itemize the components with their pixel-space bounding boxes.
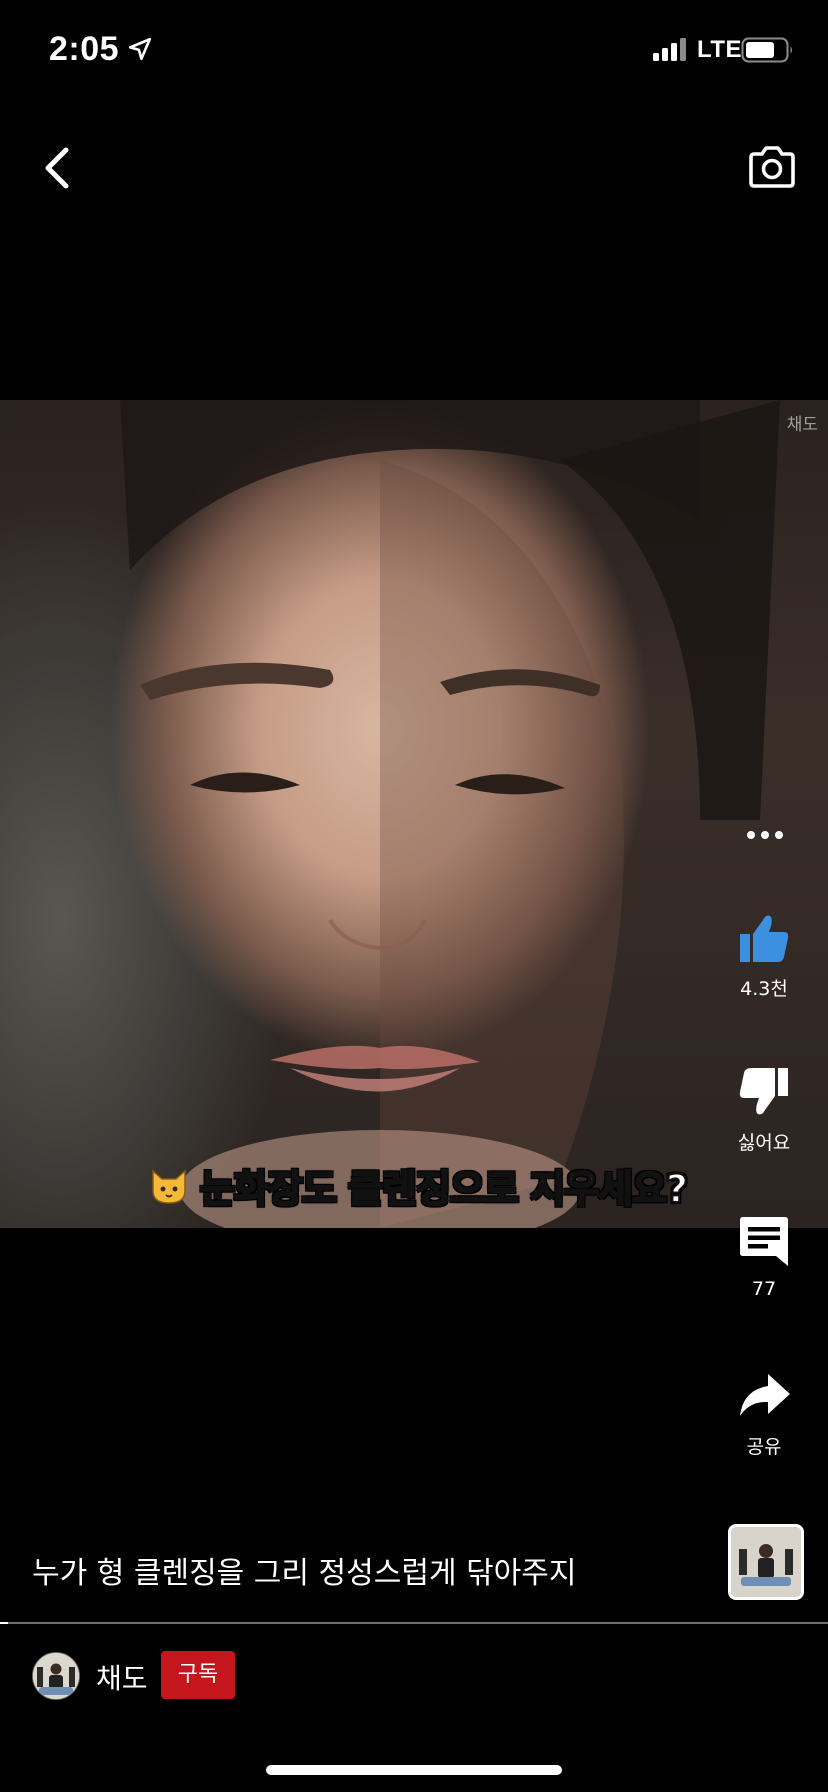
status-bar: 2:05 LTE xyxy=(0,0,828,100)
progress-bar[interactable] xyxy=(0,1622,828,1624)
more-options-button[interactable] xyxy=(740,818,790,852)
sound-thumbnail[interactable] xyxy=(728,1524,804,1600)
share-button[interactable]: 공유 xyxy=(718,1368,810,1459)
comment-icon xyxy=(740,1217,788,1266)
thumbs-up-icon xyxy=(740,915,789,962)
status-time: 2:05 xyxy=(49,30,120,68)
video-caption: 눈화장도 클렌징으로 지우세요? xyxy=(148,1158,689,1213)
video-frame-image xyxy=(120,400,780,1228)
progress-fill xyxy=(0,1622,8,1624)
more-horizontal-icon xyxy=(747,831,783,839)
comment-count: 77 xyxy=(751,1278,777,1300)
dislike-label: 싫어요 xyxy=(737,1132,791,1154)
camera-icon xyxy=(749,146,795,188)
sound-thumbnail-image xyxy=(731,1527,801,1597)
video-watermark: 채도 xyxy=(786,415,818,435)
channel-name[interactable]: 채도 xyxy=(96,1657,148,1697)
caption-text: 눈화장도 클렌징으로 지우세요? xyxy=(199,1166,689,1212)
share-arrow-icon xyxy=(740,1374,790,1416)
subscribe-button[interactable]: 구독 xyxy=(161,1651,235,1699)
cellular-signal-icon xyxy=(653,38,686,61)
battery-icon xyxy=(741,37,792,63)
dislike-button[interactable]: 싫어요 xyxy=(718,1064,810,1155)
location-arrow-icon xyxy=(128,37,152,61)
video-player[interactable]: 채도 눈화장도 클렌징으로 지우세요? xyxy=(0,400,828,1228)
cat-face-icon xyxy=(152,1168,186,1204)
channel-avatar[interactable] xyxy=(32,1652,80,1700)
camera-button[interactable] xyxy=(746,144,798,190)
video-description[interactable]: 누가 형 클렌징을 그리 정성스럽게 닦아주지 xyxy=(32,1548,576,1592)
avatar xyxy=(33,1653,79,1699)
thumbs-down-icon xyxy=(739,1068,788,1115)
back-button[interactable] xyxy=(36,140,78,196)
share-label: 공유 xyxy=(746,1436,782,1458)
like-button[interactable]: 4.3천 xyxy=(718,910,810,1001)
chevron-left-icon xyxy=(45,147,69,189)
network-type: LTE xyxy=(697,36,743,63)
like-count: 4.3천 xyxy=(740,978,788,1000)
comment-button[interactable]: 77 xyxy=(718,1214,810,1300)
home-indicator[interactable] xyxy=(266,1765,562,1775)
